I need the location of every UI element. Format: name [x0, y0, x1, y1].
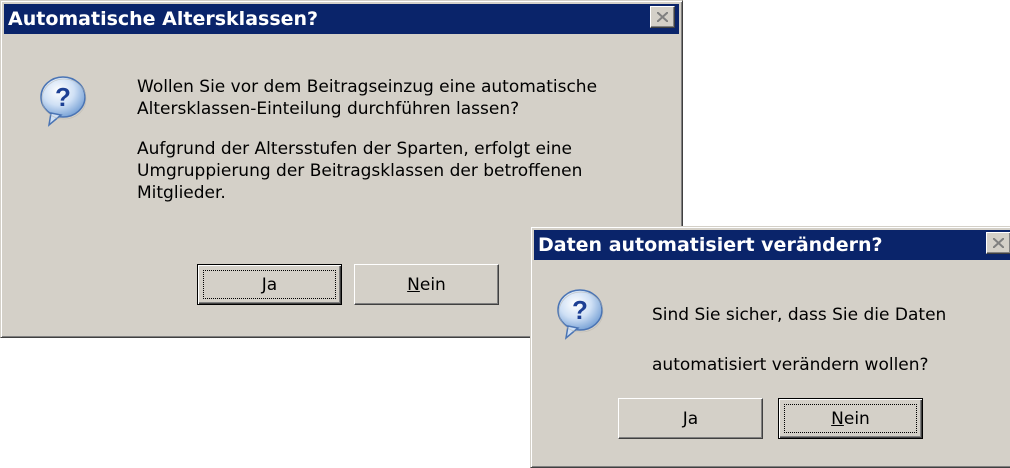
dialog2-no-button[interactable]: Nein — [778, 398, 923, 439]
dialog1-message-line: Wollen Sie vor dem Beitragseinzug eine a… — [137, 77, 598, 97]
dialog1-no-button[interactable]: Nein — [354, 264, 499, 305]
focus-rectangle — [784, 404, 917, 433]
dialog2-message: Sind Sie sicher, dass Sie die Daten auto… — [652, 290, 946, 390]
dialog2-close-button[interactable] — [986, 232, 1010, 254]
dialog1-message-line: Aufgrund der Altersstufen der Sparten, e… — [137, 139, 572, 159]
svg-text:?: ? — [55, 82, 71, 112]
close-icon — [657, 12, 668, 22]
dialog1-title: Automatische Altersklassen? — [8, 8, 319, 30]
dialog1-message-line: Umgruppierung der Beitragsklassen der be… — [137, 161, 583, 181]
dialog1-close-button[interactable] — [650, 6, 675, 28]
question-icon: ? — [40, 76, 87, 127]
dialog1-message: Wollen Sie vor dem Beitragseinzug eine a… — [137, 76, 597, 204]
dialog2-message-line: automatisiert verändern wollen? — [652, 355, 929, 375]
dialog-daten-automatisiert-veraendern: Daten automatisiert verändern? ? Sind Si… — [530, 226, 1010, 468]
dialog2-yes-button[interactable]: Ja — [618, 398, 763, 439]
dialog2-titlebar[interactable]: Daten automatisiert verändern? — [534, 230, 1010, 260]
dialog1-message-line: Altersklassen-Einteilung durchführen las… — [137, 99, 520, 119]
dialog1-titlebar[interactable]: Automatische Altersklassen? — [4, 4, 679, 34]
dialog2-title: Daten automatisiert verändern? — [538, 234, 883, 256]
no-label-rest: ein — [419, 274, 446, 295]
dialog1-message-line: Mitglieder. — [137, 183, 226, 203]
focus-rectangle — [203, 270, 336, 299]
dialog2-message-line: Sind Sie sicher, dass Sie die Daten — [652, 305, 947, 325]
svg-text:?: ? — [572, 295, 588, 325]
yes-label-rest: a — [687, 408, 699, 429]
dialog1-yes-button[interactable]: Ja — [197, 264, 342, 305]
close-icon — [993, 238, 1004, 248]
no-mnemonic: N — [407, 274, 420, 295]
question-icon: ? — [557, 289, 604, 340]
